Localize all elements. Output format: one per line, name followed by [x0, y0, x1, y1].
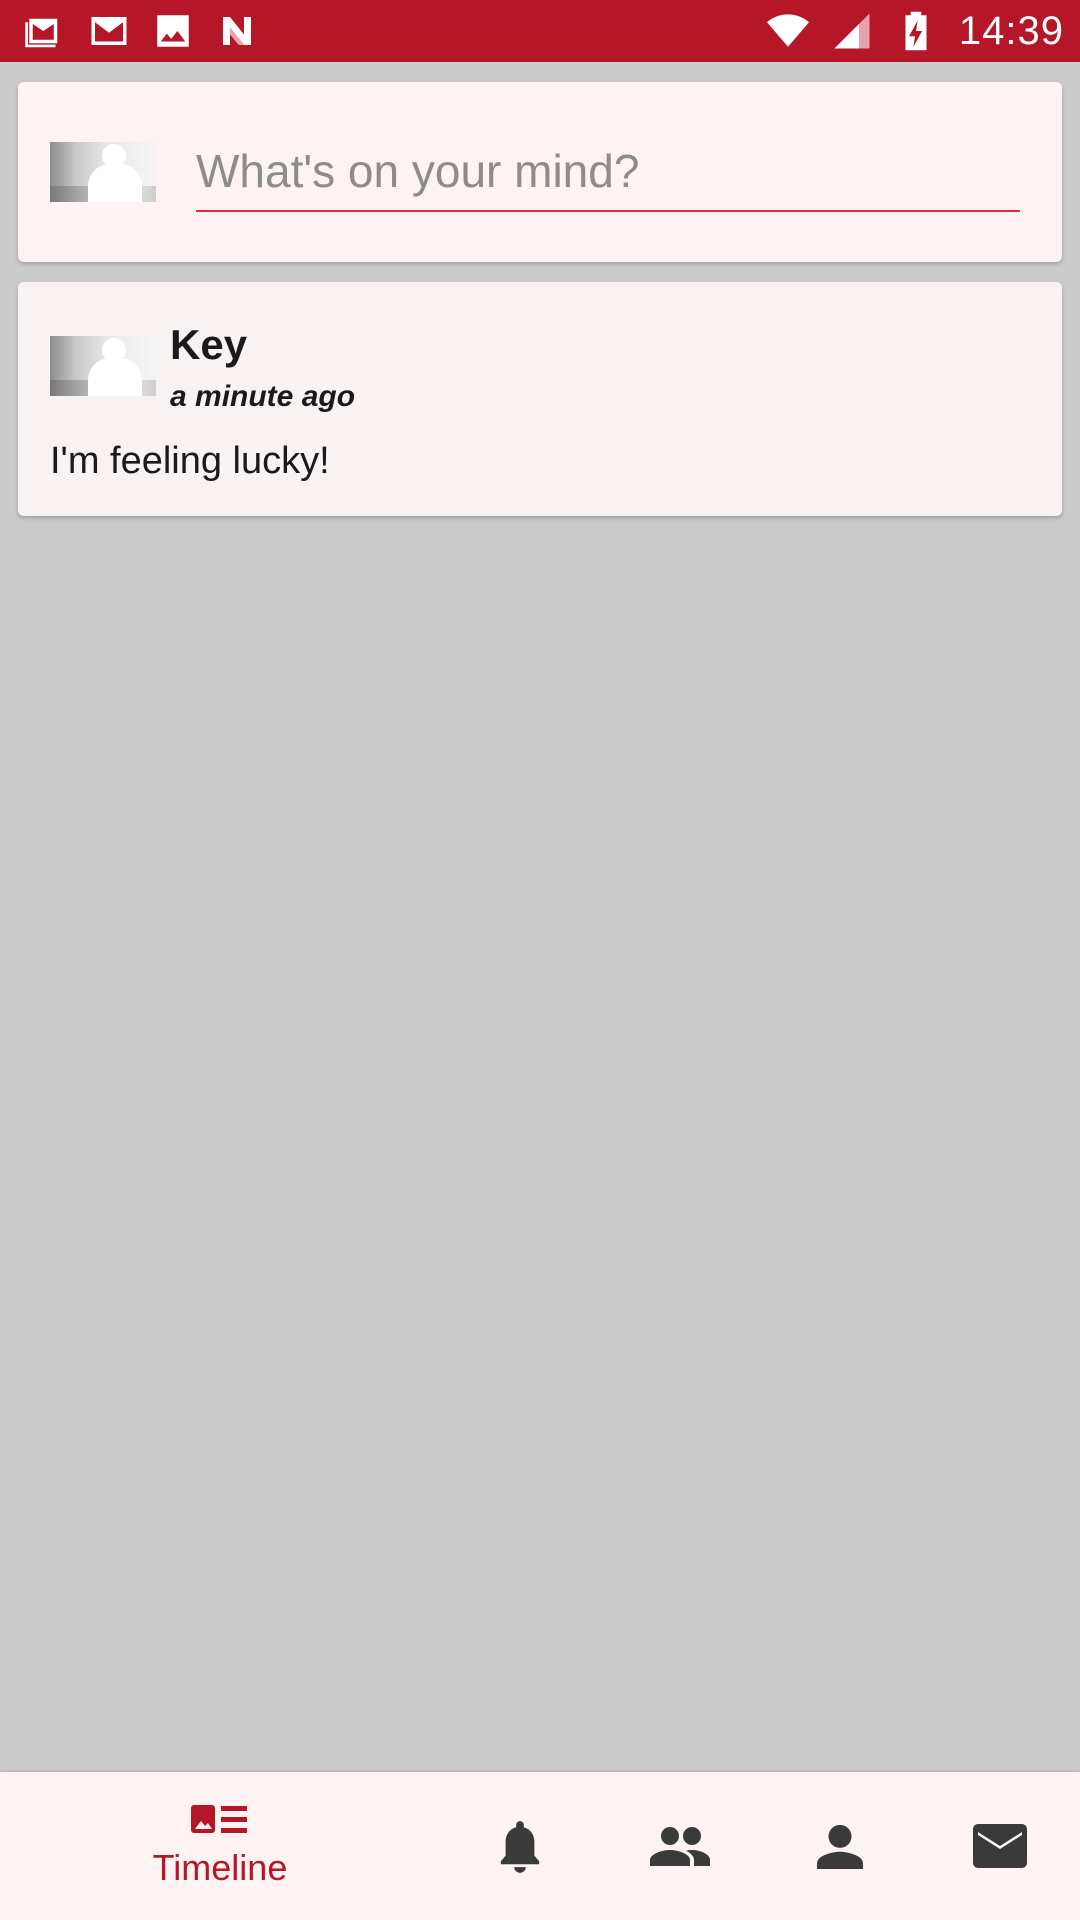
post-timestamp: a minute ago [170, 380, 356, 413]
battery-charging-icon [895, 10, 937, 52]
post-author[interactable]: Key [170, 322, 355, 368]
status-input[interactable] [196, 132, 1020, 212]
bottom-nav: Timeline [0, 1772, 1080, 1920]
composer-card [18, 82, 1062, 262]
gmail-icon [88, 10, 130, 52]
post-body: I'm feeling lucky! [50, 440, 330, 482]
gmail-stack-icon [24, 10, 66, 52]
avatar[interactable] [50, 336, 156, 396]
timeline-icon [191, 1803, 249, 1837]
nav-tab-notifications[interactable] [470, 1772, 570, 1920]
status-bar: 14:39 [0, 0, 1080, 62]
nav-tab-profile[interactable] [790, 1772, 890, 1920]
post-header: Key a minute ago [50, 322, 1030, 414]
signal-icon [831, 10, 873, 52]
n-app-icon [216, 10, 258, 52]
nav-label-timeline: Timeline [152, 1847, 288, 1888]
status-time: 14:39 [958, 8, 1064, 53]
nav-tab-friends[interactable] [630, 1772, 730, 1920]
post-card[interactable]: Key a minute ago I'm feeling lucky! [18, 282, 1062, 516]
mail-icon [973, 1824, 1027, 1868]
post-meta: Key a minute ago [170, 322, 355, 414]
avatar [50, 142, 156, 202]
bell-icon [497, 1819, 543, 1873]
person-icon [817, 1823, 863, 1869]
people-icon [650, 1826, 710, 1866]
image-icon [152, 10, 194, 52]
nav-tab-messages[interactable] [950, 1772, 1050, 1920]
wifi-icon [766, 10, 809, 52]
nav-tab-timeline[interactable]: Timeline [110, 1772, 330, 1920]
